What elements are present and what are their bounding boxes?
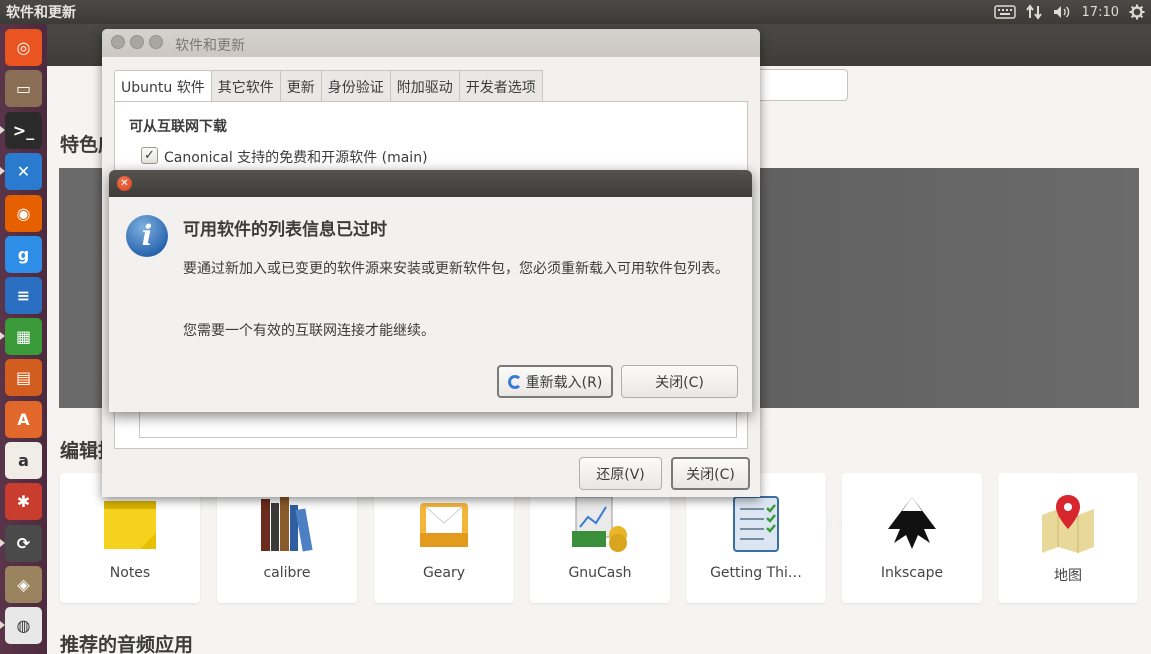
gnucash-money-icon [570, 493, 630, 553]
revert-button[interactable]: 还原(V) [579, 457, 662, 490]
running-indicator [0, 332, 5, 340]
app-name: Getting Thi… [710, 565, 802, 581]
indicator-area: 17:10 [993, 0, 1145, 24]
dvd-icon[interactable]: ◍ [5, 607, 42, 644]
inkscape-icon [882, 493, 942, 553]
tab-bar: Ubuntu 软件 其它软件 更新 身份验证 附加驱动 开发者选项 [114, 70, 543, 102]
running-indicator [0, 167, 5, 175]
running-indicator [0, 126, 5, 134]
close-icon[interactable]: ✕ [117, 176, 132, 191]
system-settings-icon[interactable]: ✱ [5, 483, 42, 520]
info-icon: i [126, 215, 168, 257]
app-name: GnuCash [568, 565, 632, 581]
section-audio-title: 推荐的音频应用 [60, 634, 194, 654]
main-source-label[interactable]: Canonical 支持的免费和开源软件 (main) [164, 147, 428, 167]
getting-things-checklist-icon [726, 493, 786, 553]
minimize-icon[interactable] [130, 35, 144, 49]
reload-icon [507, 374, 522, 389]
app-name: Geary [422, 565, 466, 581]
dialog-heading: 可用软件的列表信息已过时 [183, 220, 387, 240]
running-indicator [0, 621, 5, 629]
amazon-icon[interactable]: a [5, 442, 42, 479]
outdated-list-dialog: ✕ i 可用软件的列表信息已过时 要通过新加入或已变更的软件源来安装或更新软件包… [109, 170, 752, 412]
app-name: calibre [263, 565, 311, 581]
running-indicator [0, 539, 5, 547]
reload-button-label: 重新载入(R) [525, 374, 603, 391]
search-input[interactable] [757, 69, 848, 101]
calc-icon[interactable]: ▦ [5, 318, 42, 355]
impress-icon[interactable]: ▤ [5, 359, 42, 396]
dialog-titlebar[interactable]: ✕ [109, 170, 752, 197]
terminal-icon[interactable]: >_ [5, 112, 42, 149]
tab-additional-drivers[interactable]: 附加驱动 [389, 70, 460, 102]
files-icon[interactable]: ▭ [5, 70, 42, 107]
clock[interactable]: 17:10 [1082, 0, 1119, 24]
tab-authentication[interactable]: 身份验证 [320, 70, 391, 102]
calibre-books-icon [257, 493, 317, 553]
close-icon[interactable] [111, 35, 125, 49]
vscode-icon[interactable]: ✕ [5, 153, 42, 190]
app-name: Inkscape [880, 565, 944, 581]
window-titlebar[interactable]: 软件和更新 [102, 29, 760, 57]
close-button[interactable]: 关闭(C) [671, 457, 750, 490]
maps-icon [1038, 493, 1098, 553]
software-properties-icon[interactable]: ◈ [5, 566, 42, 603]
launcher: ◎ ▭ >_ ✕ ◉ g ≡ ▦ ▤ Aa ✱ ⟳ ◈ ◍ [0, 24, 47, 654]
main-source-checkbox[interactable]: ✓ [141, 147, 158, 164]
reload-button[interactable]: 重新载入(R) [497, 365, 613, 398]
keyboard-icon[interactable] [993, 0, 1016, 24]
app-icon[interactable]: g [5, 236, 42, 273]
top-panel: 软件和更新 17:10 [0, 0, 1151, 24]
maximize-icon[interactable] [149, 35, 163, 49]
app-card[interactable]: 地图 [998, 473, 1138, 603]
geary-mail-icon [414, 493, 474, 553]
tab-developer-options[interactable]: 开发者选项 [458, 70, 543, 102]
download-heading: 可从互联网下载 [129, 119, 227, 135]
software-updater-icon[interactable]: ⟳ [5, 525, 42, 562]
firefox-icon[interactable]: ◉ [5, 195, 42, 232]
software-center-icon[interactable]: A [5, 401, 42, 438]
network-arrows-icon[interactable] [1025, 0, 1042, 24]
active-app-title: 软件和更新 [6, 5, 76, 21]
writer-icon[interactable]: ≡ [5, 277, 42, 314]
window-title: 软件和更新 [175, 38, 245, 54]
tab-other-software[interactable]: 其它软件 [210, 70, 281, 102]
app-name: 地图 [1054, 568, 1082, 584]
dialog-message: 要通过新加入或已变更的软件源来安装或更新软件包，您必须重新载入可用软件包列表。 [183, 261, 729, 277]
power-gear-icon[interactable] [1129, 0, 1145, 24]
ubuntu-dash-icon[interactable]: ◎ [5, 29, 42, 66]
volume-icon[interactable] [1052, 0, 1072, 24]
dialog-close-button[interactable]: 关闭(C) [621, 365, 738, 398]
dialog-network-note: 您需要一个有效的互联网连接才能继续。 [183, 323, 435, 339]
app-name: Notes [109, 565, 151, 581]
tab-ubuntu-software[interactable]: Ubuntu 软件 [114, 70, 212, 102]
app-card[interactable]: Inkscape [842, 473, 982, 603]
tab-updates[interactable]: 更新 [279, 70, 322, 102]
notes-icon [100, 493, 160, 553]
